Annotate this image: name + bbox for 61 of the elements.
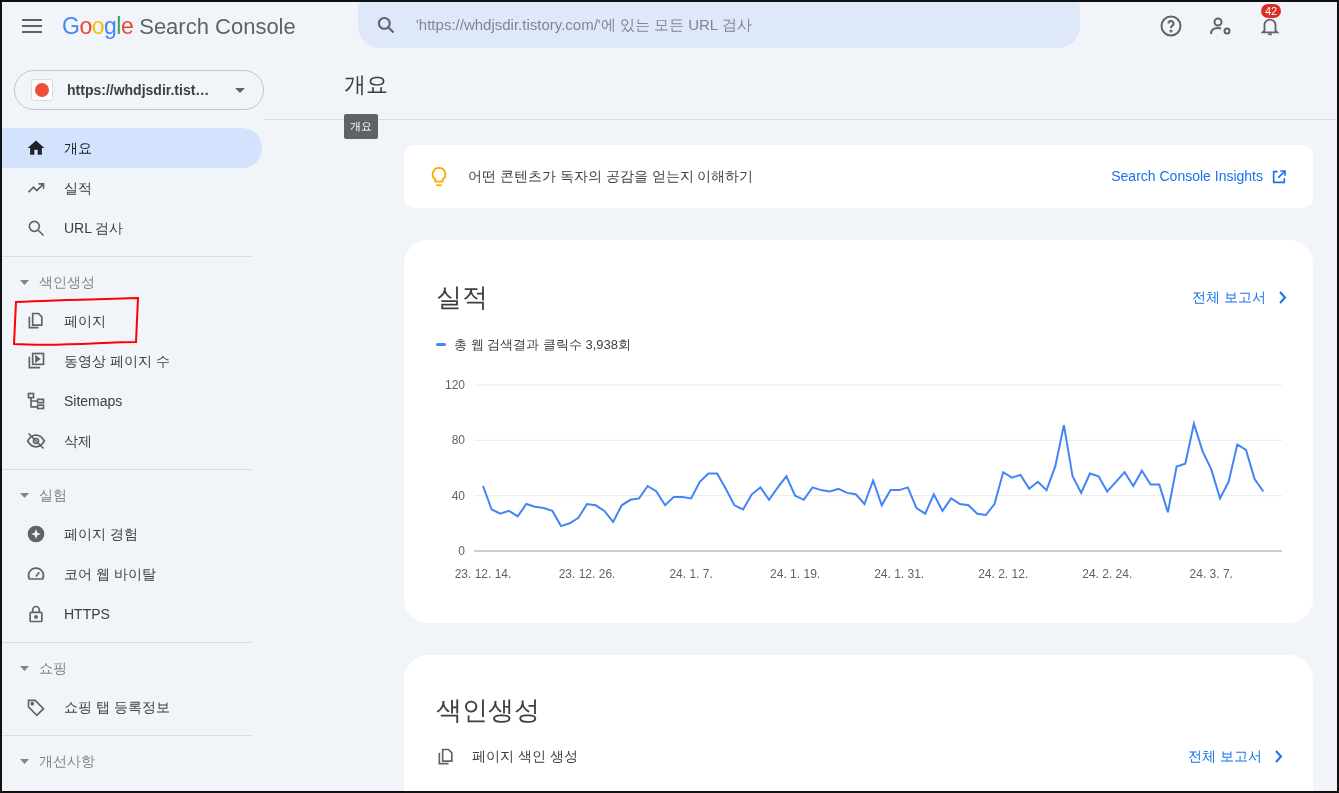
x-axis-label: 24. 1. 7. bbox=[669, 566, 713, 581]
chevron-right-icon bbox=[1274, 750, 1283, 763]
y-axis-label: 0 bbox=[458, 543, 465, 558]
card-title: 실적 bbox=[436, 281, 488, 314]
pages-icon bbox=[436, 746, 456, 767]
tooltip: 개요 bbox=[344, 114, 378, 139]
nav-item[interactable]: HTTPS bbox=[2, 594, 262, 634]
video-pages-icon bbox=[26, 351, 46, 371]
star-circle-icon bbox=[26, 524, 46, 544]
y-axis-label: 40 bbox=[451, 488, 465, 503]
nav-item[interactable]: 코어 웹 바이탈 bbox=[2, 554, 262, 594]
search-field[interactable]: 'https://whdjsdir.tistory.com/'에 있는 모든 URL 검사 bbox=[358, 2, 1080, 48]
collapse-caret-icon bbox=[20, 492, 29, 498]
search-input[interactable]: 'https://whdjsdir.tistory.com/'에 있는 모든 URL 검사 bbox=[416, 13, 1062, 37]
eye-slash-icon bbox=[26, 431, 46, 451]
external-link-icon bbox=[1271, 168, 1287, 185]
tag-icon bbox=[26, 697, 46, 717]
sitemap-icon bbox=[26, 391, 46, 411]
x-axis-label: 24. 2. 24. bbox=[1082, 566, 1133, 581]
nav-item[interactable]: 삭제 bbox=[2, 421, 262, 461]
collapse-caret-icon bbox=[20, 665, 29, 671]
nav-item[interactable]: 개요 bbox=[2, 128, 262, 168]
full-report-link[interactable]: 전체 보고서 bbox=[1188, 746, 1283, 767]
pages-icon bbox=[26, 311, 46, 331]
collapse-caret-icon bbox=[20, 279, 29, 285]
x-axis-label: 24. 2. 12. bbox=[978, 566, 1029, 581]
x-axis-label: 24. 3. 7. bbox=[1189, 566, 1233, 581]
home-icon bbox=[26, 138, 46, 158]
full-report-link[interactable]: 전체 보고서 bbox=[1192, 287, 1287, 308]
notification-badge: 42 bbox=[1261, 4, 1282, 18]
x-axis-label: 24. 1. 31. bbox=[874, 566, 925, 581]
product-name: Search Console bbox=[139, 12, 296, 41]
nav-item[interactable]: Sitemaps bbox=[2, 381, 262, 421]
site-favicon bbox=[31, 79, 53, 101]
insights-link[interactable]: Search Console Insights bbox=[1111, 166, 1287, 187]
lightbulb-icon bbox=[430, 165, 448, 188]
legend-label: 총 웹 검색결과 클릭수 3,938회 bbox=[454, 336, 631, 354]
help-icon[interactable] bbox=[1159, 14, 1183, 38]
insights-text: 어떤 콘텐츠가 독자의 공감을 얻는지 이해하기 bbox=[468, 167, 754, 186]
y-axis-label: 80 bbox=[451, 432, 465, 447]
chevron-right-icon bbox=[1278, 291, 1287, 304]
nav-item[interactable]: 쇼핑 탭 등록정보 bbox=[2, 687, 262, 727]
menu-icon[interactable] bbox=[22, 17, 44, 35]
nav-item[interactable]: 동영상 페이지 수 bbox=[2, 341, 262, 381]
lock-icon bbox=[26, 604, 46, 624]
nav-item[interactable]: 페이지 bbox=[2, 301, 262, 341]
nav-item[interactable]: URL 검사 bbox=[2, 208, 262, 248]
search-icon bbox=[26, 218, 46, 238]
card-title: 색인생성 bbox=[436, 694, 541, 727]
search-icon bbox=[376, 15, 396, 35]
dropdown-caret-icon bbox=[235, 87, 245, 93]
nav-item[interactable]: 페이지 경험 bbox=[2, 514, 262, 554]
x-axis-label: 24. 1. 19. bbox=[770, 566, 821, 581]
row-label: 페이지 색인 생성 bbox=[472, 747, 578, 766]
google-logo: Google bbox=[62, 11, 134, 41]
y-axis-label: 120 bbox=[444, 377, 465, 392]
collapse-caret-icon bbox=[20, 758, 29, 764]
nav-item[interactable]: 실적 bbox=[2, 168, 262, 208]
x-axis-label: 23. 12. 14. bbox=[454, 566, 512, 581]
page-title: 개요 bbox=[344, 71, 388, 99]
x-axis-label: 23. 12. 26. bbox=[558, 566, 616, 581]
